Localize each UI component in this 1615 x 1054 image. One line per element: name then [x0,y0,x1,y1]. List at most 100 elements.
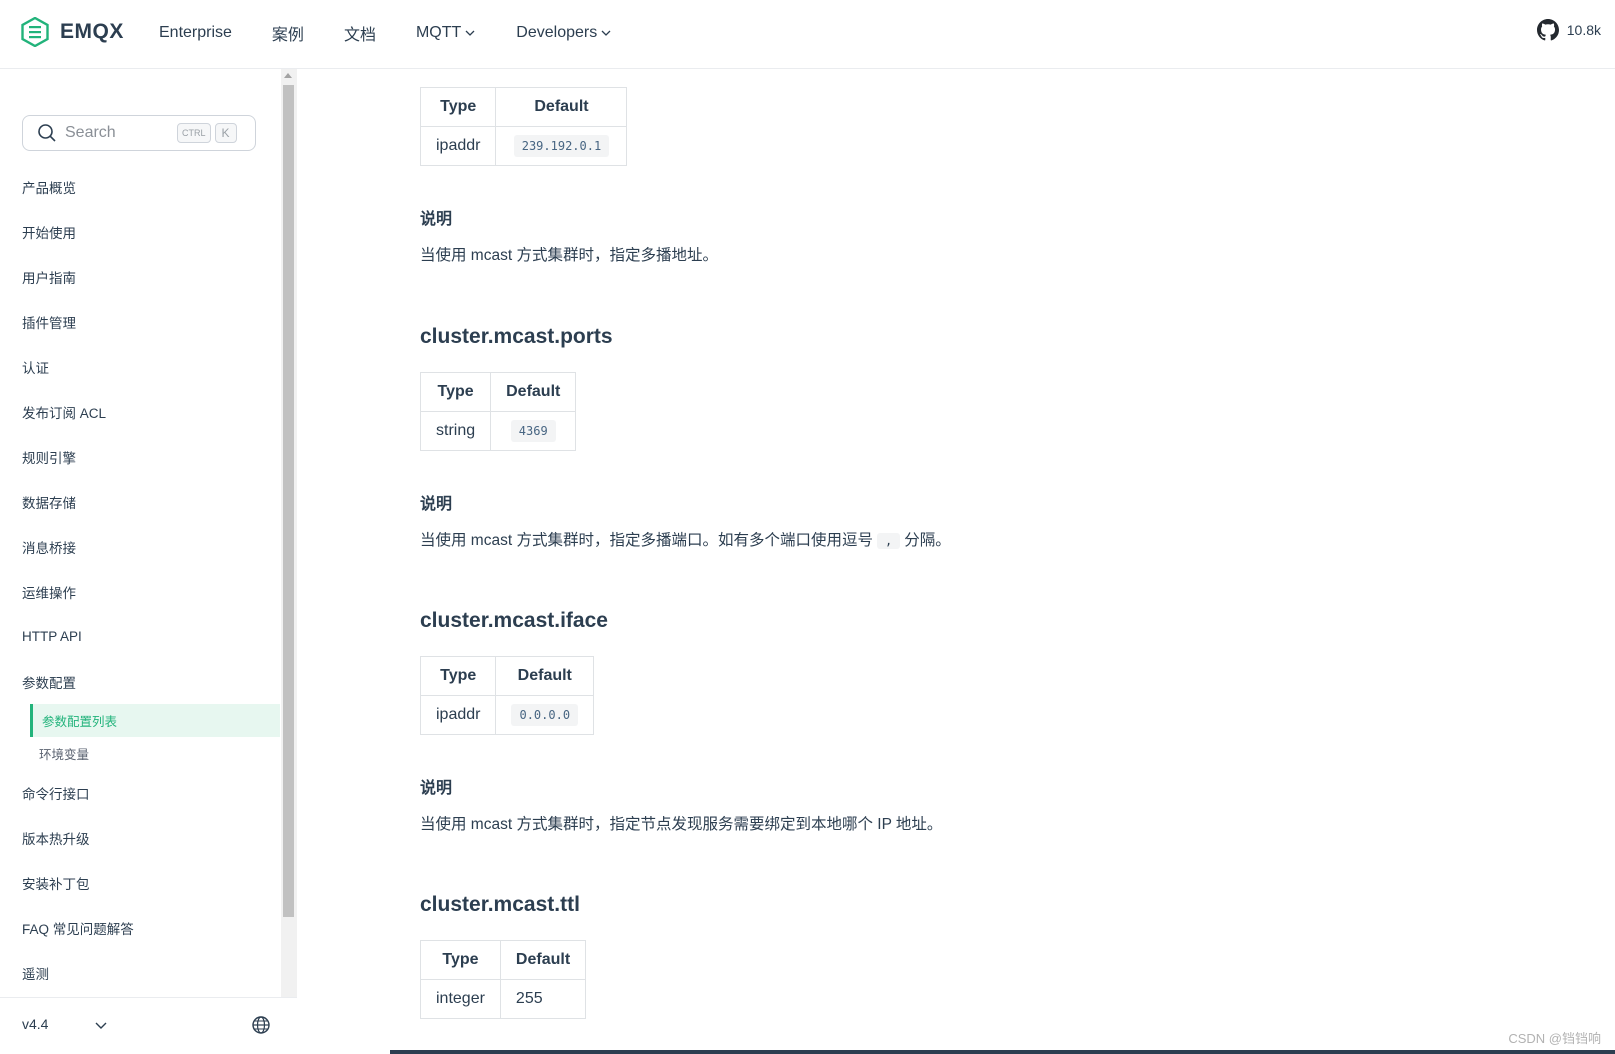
chevron-down-icon [465,30,475,36]
sidebar-item-label: 运维操作 [22,585,76,601]
ctrl-key-hint: CTRL [177,123,211,143]
sidebar-item-data-storage[interactable]: 数据存储 [0,479,280,524]
sidebar-subitem-label: 环境变量 [39,748,90,762]
sidebar-item-auth[interactable]: 认证 [0,344,280,389]
default-code: 0.0.0.0 [511,704,579,726]
param-table: Type Default string 4369 [419,372,577,451]
sidebar-nav: 产品概览 开始使用 用户指南 插件管理 认证 发布订阅 ACL 规则引擎 数据存… [0,164,280,995]
description-text: 当使用 mcast 方式集群时，指定节点发现服务需要绑定到本地哪个 IP 地址。 [420,816,943,833]
sidebar-item-http-api[interactable]: HTTP API [0,614,280,659]
top-navbar: EMQX Enterprise 案例 文档 MQTT Developers 10… [0,0,1615,69]
sidebar-item-cli[interactable]: 命令行接口 [0,770,280,815]
description-text: 当使用 mcast 方式集群时，指定多播端口。如有多个端口使用逗号, 分隔。 [420,528,951,550]
sidebar-item-faq[interactable]: FAQ 常见问题解答 [0,905,280,950]
nav-enterprise[interactable]: Enterprise [159,24,232,42]
sidebar-item-label: 认证 [22,360,49,376]
nav-label: 文档 [343,27,376,44]
sidebar-subitem-label: 参数配置列表 [42,715,118,729]
github-icon [1536,19,1559,41]
sidebar-item-label: 参数配置 [22,675,76,691]
brand-logo[interactable]: EMQX [20,16,124,48]
main-nav: Enterprise 案例 文档 MQTT Developers [159,0,652,66]
sidebar-item-hot-upgrade[interactable]: 版本热升级 [0,815,280,860]
chevron-down-icon [601,30,611,36]
param-table: Type Default ipaddr 0.0.0.0 [419,656,595,735]
param-default: 4369 [490,411,577,451]
sidebar-item-label: 消息桥接 [22,540,76,556]
k-key-hint: K [214,123,237,143]
param-table: Type Default integer 255 [420,940,587,1019]
sidebar-item-label: 数据存储 [22,495,76,511]
sidebar-item-label: FAQ 常见问题解答 [22,921,134,937]
table-header-type: Type [419,656,497,696]
sidebar-subitem-env-vars[interactable]: 环境变量 [0,737,280,770]
nav-cases[interactable]: 案例 [272,21,304,45]
description-part: 当使用 mcast 方式集群时，指定多播端口。如有多个端口使用逗号 [420,532,873,549]
table-header-type: Type [419,87,497,127]
sidebar-item-configuration[interactable]: 参数配置 [0,659,280,704]
default-code: 239.192.0.1 [513,135,610,157]
watermark: CSDN @铛铛响 [1508,1031,1601,1046]
emqx-logo-icon [21,17,49,47]
sidebar-item-label: 开始使用 [22,225,76,241]
param-type: ipaddr [419,695,497,735]
description-label: 说明 [420,496,453,513]
github-link[interactable]: 10.8k [1536,19,1601,41]
table-header-type: Type [420,940,501,980]
table-header-default: Default [495,87,628,127]
sidebar-item-rule-engine[interactable]: 规则引擎 [0,434,280,479]
description-text: 当使用 mcast 方式集群时，指定多播地址。 [420,247,718,264]
description-part: 分隔。 [904,532,951,549]
globe-icon[interactable] [251,1015,271,1035]
sidebar-item-operations[interactable]: 运维操作 [0,569,280,614]
scroll-up-arrow-icon[interactable] [284,73,292,78]
chevron-down-icon[interactable] [94,1018,108,1032]
nav-mqtt-dropdown[interactable]: MQTT [416,24,476,42]
nav-developers-dropdown[interactable]: Developers [516,24,612,42]
param-default: 0.0.0.0 [495,695,595,735]
nav-docs[interactable]: 文档 [344,21,376,45]
sidebar-item-plugins[interactable]: 插件管理 [0,299,280,344]
section-heading: cluster.mcast.ports [420,325,613,348]
sidebar-subitem-config-list[interactable]: 参数配置列表 [30,704,280,737]
description-label: 说明 [420,211,453,228]
search-box[interactable]: CTRL K [22,115,256,151]
description-label: 说明 [420,780,453,797]
doc-content: Type Default ipaddr 239.192.0.1 说明 当使用 m… [419,69,1520,1054]
nav-label: Enterprise [159,24,232,41]
table-header-default: Default [499,940,587,980]
param-default: 239.192.0.1 [495,126,628,166]
sidebar-item-overview[interactable]: 产品概览 [0,164,280,209]
search-input[interactable] [63,123,173,143]
sidebar-scrollbar-thumb[interactable] [283,85,294,917]
section-heading: cluster.mcast.ttl [420,893,580,916]
table-header-default: Default [490,372,577,412]
sidebar: CTRL K 产品概览 开始使用 用户指南 插件管理 认证 发布订阅 ACL 规… [0,69,297,1054]
param-type: integer [420,979,501,1019]
sidebar-item-acl[interactable]: 发布订阅 ACL [0,389,280,434]
nav-label: MQTT [415,24,462,41]
bottom-edge-line [390,1050,1615,1054]
param-type: ipaddr [419,126,497,166]
sidebar-item-patch[interactable]: 安装补丁包 [0,860,280,905]
default-code: 4369 [510,420,556,442]
version-selector[interactable]: v4.4 [22,1016,48,1032]
brand-name: EMQX [60,20,124,43]
table-header-default: Default [495,656,595,696]
param-type: string [419,411,492,451]
table-header-type: Type [419,372,492,412]
inline-code: , [876,533,901,549]
param-default: 255 [499,979,587,1019]
github-stars: 10.8k [1566,22,1601,38]
param-table: Type Default ipaddr 239.192.0.1 [419,87,628,166]
sidebar-item-telemetry[interactable]: 遥测 [0,950,280,995]
sidebar-item-label: HTTP API [22,629,82,644]
sidebar-item-bridge[interactable]: 消息桥接 [0,524,280,569]
nav-label: Developers [516,24,598,41]
sidebar-item-getting-started[interactable]: 开始使用 [0,209,280,254]
sidebar-item-label: 发布订阅 ACL [22,405,107,421]
sidebar-item-user-guide[interactable]: 用户指南 [0,254,280,299]
sidebar-item-label: 规则引擎 [22,450,76,466]
sidebar-item-label: 版本热升级 [22,831,90,847]
search-icon [38,124,56,142]
